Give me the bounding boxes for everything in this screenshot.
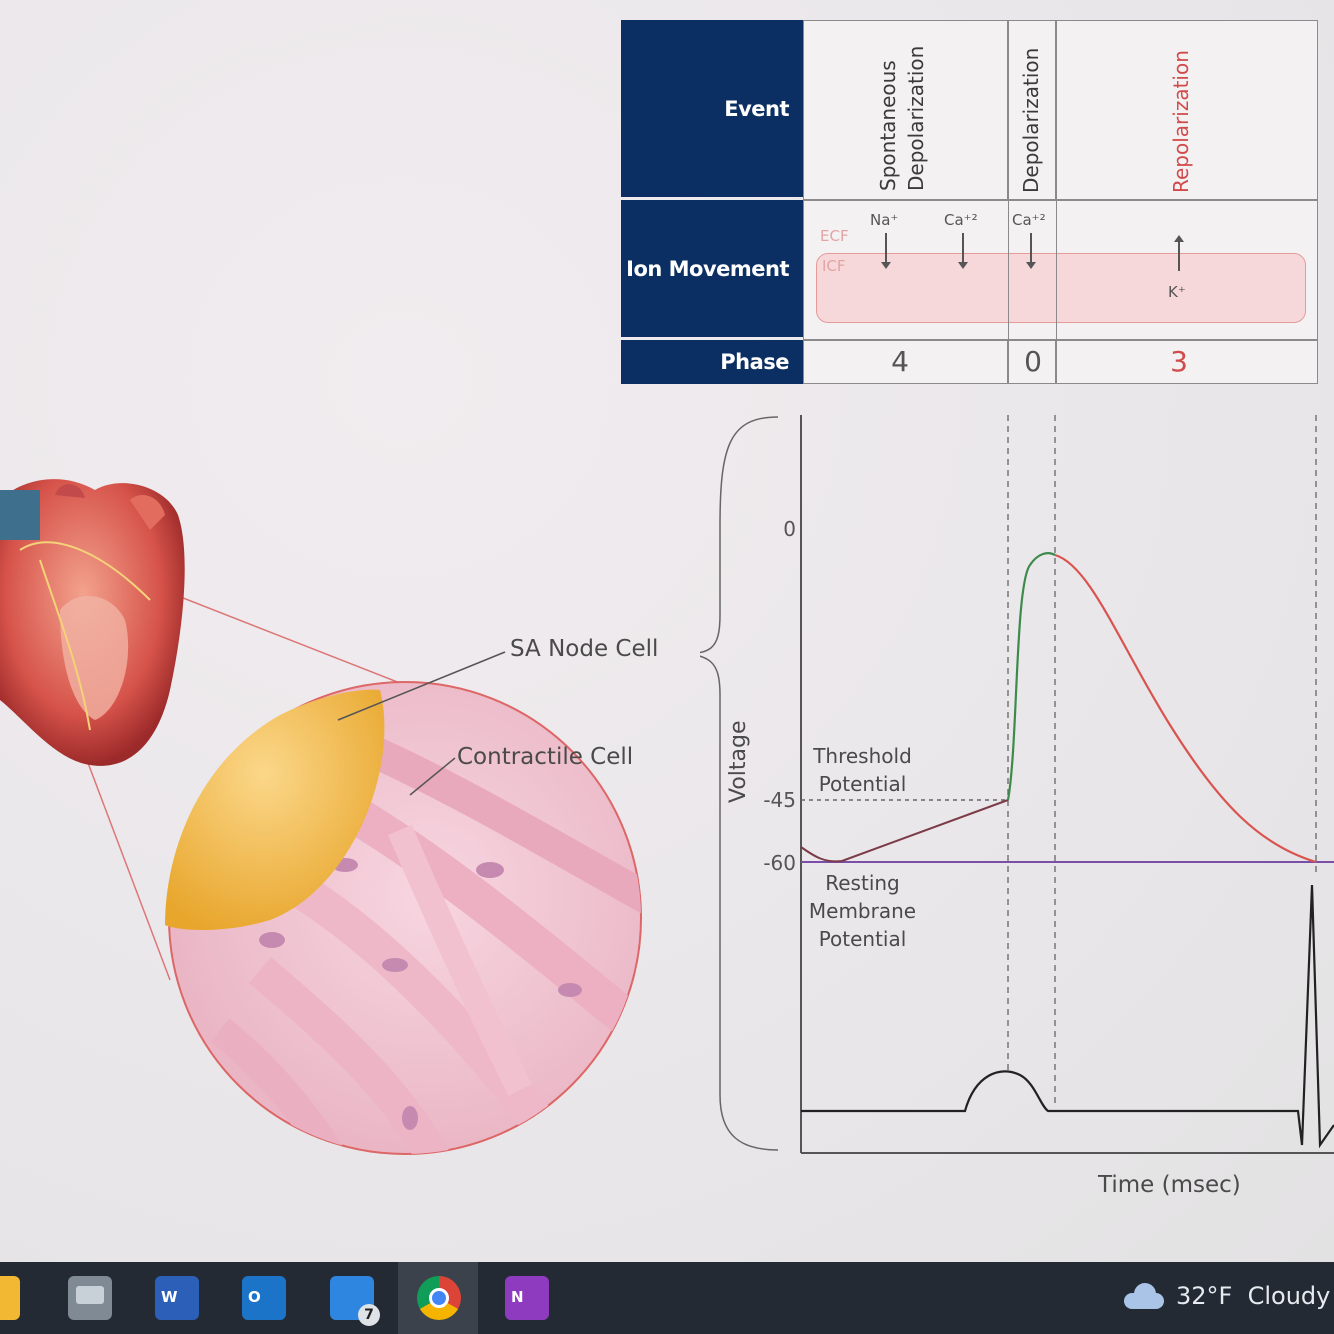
icf-label: ICF (822, 257, 846, 275)
outlook-icon[interactable]: O (242, 1276, 286, 1320)
zoom-line (84, 754, 171, 981)
event-cell-spontaneous: Spontaneous Depolarization (803, 20, 1008, 200)
k-outward-arrow (1174, 235, 1184, 271)
heart-icon (0, 479, 185, 766)
spontaneous-text: Spontaneous (876, 60, 900, 191)
time-axis-label: Time (msec) (1098, 1172, 1241, 1198)
event-repolarization-label: Repolarization (1169, 50, 1193, 193)
phase-0-value: 0 (1024, 345, 1042, 378)
event-spontaneous-label: Spontaneous Depolarization (874, 46, 930, 191)
phase-cell-4: 4 (803, 340, 1008, 384)
threshold-text: Threshold (813, 744, 912, 768)
ion-movement-header: Ion Movement (621, 200, 803, 337)
notification-badge: 7 (358, 1304, 380, 1326)
na-ion-label: Na⁺ (870, 211, 899, 229)
ca-inward-arrow-2 (1026, 233, 1036, 269)
depolarization-text: Depolarization (904, 45, 928, 191)
weather-widget[interactable]: 32°F Cloudy (1122, 1282, 1330, 1310)
repolarization-curve (1054, 553, 1317, 864)
phase-4-value: 4 (891, 345, 909, 378)
ca-ion-label-1: Ca⁺² (944, 211, 978, 229)
divider (1056, 201, 1057, 341)
word-icon[interactable]: W (155, 1276, 199, 1320)
ca-ion-label-2: Ca⁺² (1012, 211, 1046, 229)
cloud-icon (1122, 1283, 1166, 1309)
teams-icon[interactable]: 7 (330, 1276, 380, 1326)
resting-text: Resting (825, 871, 900, 895)
tick-0: 0 (783, 517, 796, 541)
outlook-letter: O (248, 1288, 261, 1306)
tick-minus-45: -45 (763, 788, 796, 812)
phase-header: Phase (621, 340, 803, 384)
potential-text: Potential (818, 927, 907, 951)
network-drive-icon[interactable] (68, 1276, 112, 1320)
event-cell-depolarization: Depolarization (1008, 20, 1056, 200)
phase-cell-3: 3 (1056, 340, 1318, 384)
k-ion-label: K⁺ (1168, 283, 1186, 301)
zoom-line (149, 584, 406, 686)
heart-illustration (0, 479, 642, 1155)
event-header: Event (621, 20, 803, 197)
weather-text: 32°F Cloudy (1176, 1282, 1331, 1310)
event-depolarization-label: Depolarization (1019, 47, 1043, 193)
resting-membrane-potential-label: Resting Membrane Potential (800, 869, 925, 953)
potential-text: Potential (818, 772, 907, 796)
event-cell-repolarization: Repolarization (1056, 20, 1318, 200)
contractile-cell-label: Contractile Cell (457, 744, 634, 770)
na-inward-arrow (881, 233, 891, 269)
ion-movement-cell: ECF ICF Na⁺ Ca⁺² Ca⁺² K⁺ (803, 200, 1318, 341)
membrane-text: Membrane (808, 899, 917, 923)
phase-3-value: 3 (1170, 345, 1188, 378)
onenote-icon[interactable]: N (505, 1276, 549, 1320)
chrome-icon[interactable] (417, 1276, 461, 1320)
ca-inward-arrow-1 (958, 233, 968, 269)
depolarization-curve (1006, 552, 1056, 801)
divider (1008, 201, 1009, 341)
phase-cell-0: 0 (1008, 340, 1056, 384)
ecf-label: ECF (820, 227, 849, 245)
screen-content: Event Ion Movement Phase Spontaneous Dep… (0, 0, 1334, 1262)
ion-phase-table: Event Ion Movement Phase Spontaneous Dep… (621, 20, 1318, 384)
threshold-potential-label: Threshold Potential (800, 742, 925, 798)
tick-minus-60: -60 (763, 851, 796, 875)
voltage-axis-label: Voltage (726, 720, 751, 803)
sa-node-cell-label: SA Node Cell (510, 636, 659, 662)
word-letter: W (161, 1288, 178, 1306)
spontaneous-depolarization-curve (800, 799, 1009, 863)
onenote-letter: N (511, 1288, 524, 1306)
file-explorer-icon[interactable] (0, 1276, 20, 1320)
